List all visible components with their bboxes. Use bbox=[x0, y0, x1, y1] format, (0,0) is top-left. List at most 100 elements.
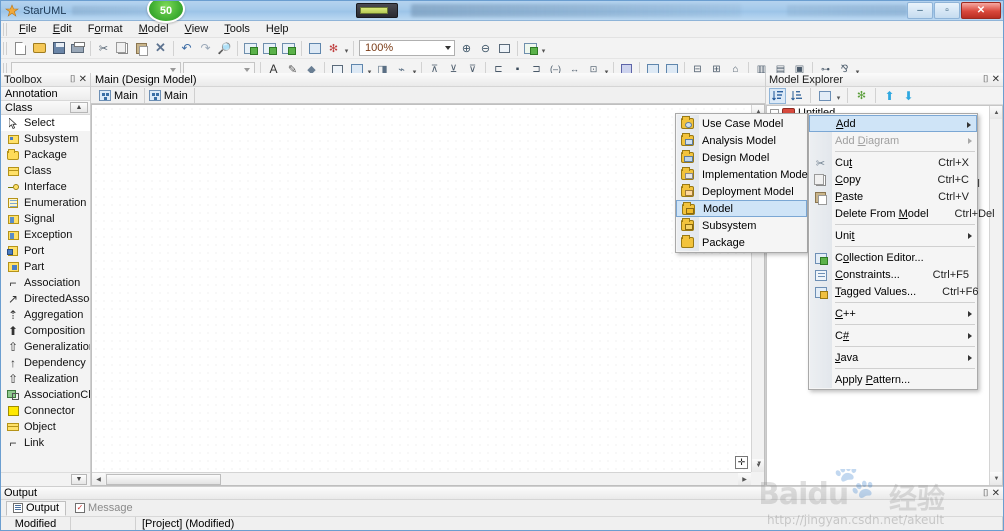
fit-selection-icon[interactable] bbox=[521, 39, 540, 58]
toolbox-item-association[interactable]: ⌐ Association bbox=[1, 275, 90, 291]
menu-help[interactable]: Help bbox=[258, 22, 297, 36]
add-element-icon[interactable] bbox=[279, 39, 298, 58]
undo-icon[interactable]: ↶ bbox=[177, 39, 196, 58]
scroll-up-icon[interactable]: ▲ bbox=[990, 106, 1002, 119]
move-down-icon[interactable]: ⬇ bbox=[900, 88, 917, 104]
move-up-icon[interactable]: ⬆ bbox=[881, 88, 898, 104]
minimize-button[interactable]: – bbox=[907, 2, 933, 19]
validate-icon[interactable]: ✻ bbox=[324, 39, 343, 58]
diagram-tab-main-1[interactable]: Main bbox=[95, 88, 145, 103]
pan-tool-icon[interactable]: ✛ bbox=[735, 456, 748, 469]
chevron-down-icon[interactable] bbox=[170, 67, 176, 72]
context-menu-item-add[interactable]: Add bbox=[809, 115, 977, 132]
menu-tools[interactable]: Tools bbox=[216, 22, 258, 36]
context-menu-item-csharp[interactable]: C# bbox=[809, 327, 977, 344]
toolbox-item-interface[interactable]: Interface bbox=[1, 179, 90, 195]
context-menu-item-cpp[interactable]: C++ bbox=[809, 305, 977, 322]
toolbox-item-class[interactable]: Class bbox=[1, 163, 90, 179]
sort-ascending-icon[interactable] bbox=[769, 87, 786, 104]
toolbox-item-realization[interactable]: ⇧ Realization bbox=[1, 371, 90, 387]
chevron-down-icon[interactable] bbox=[244, 67, 250, 72]
toolbox-item-dependency[interactable]: ↑ Dependency bbox=[1, 355, 90, 371]
zoom-overflow-caret[interactable]: ▾ bbox=[540, 39, 547, 58]
context-menu-item-add-diagram[interactable]: Add Diagram bbox=[809, 132, 977, 149]
toolbox-item-part[interactable]: Part bbox=[1, 259, 90, 275]
toolbox-item-select[interactable]: Select bbox=[1, 115, 90, 131]
context-menu-item-cut[interactable]: ✂ Cut Ctrl+X bbox=[809, 154, 977, 171]
chevron-down-icon[interactable] bbox=[445, 46, 451, 50]
print-icon[interactable] bbox=[68, 39, 87, 58]
toolbox-item-object[interactable]: Object bbox=[1, 419, 90, 435]
new-document-icon[interactable] bbox=[11, 39, 30, 58]
save-icon[interactable] bbox=[49, 39, 68, 58]
toolbox-item-association-class[interactable]: AssociationClass bbox=[1, 387, 90, 403]
maximize-button[interactable]: ▫ bbox=[934, 2, 960, 19]
toolbox-item-directed-association[interactable]: ↗ DirectedAssociat... bbox=[1, 291, 90, 307]
context-menu-item-unit[interactable]: Unit bbox=[809, 227, 977, 244]
menu-model[interactable]: Model bbox=[131, 22, 177, 36]
redo-icon[interactable]: ↷ bbox=[196, 39, 215, 58]
output-tab-output[interactable]: Output bbox=[6, 500, 67, 516]
fit-window-icon[interactable] bbox=[495, 39, 514, 58]
cut-icon[interactable]: ✂ bbox=[94, 39, 113, 58]
add-model-icon[interactable] bbox=[260, 39, 279, 58]
submenu-item-package[interactable]: Package bbox=[676, 234, 807, 251]
close-icon[interactable]: ✕ bbox=[992, 488, 1000, 499]
paste-icon[interactable] bbox=[132, 39, 151, 58]
close-button[interactable]: ✕ bbox=[961, 2, 1001, 19]
context-menu-item-delete-from-model[interactable]: Delete From Model Ctrl+Del bbox=[809, 205, 995, 222]
submenu-item-model[interactable]: Model bbox=[676, 200, 807, 217]
toolbox-item-exception[interactable]: Exception bbox=[1, 227, 90, 243]
toolbox-item-signal[interactable]: Signal bbox=[1, 211, 90, 227]
toolbox-item-enumeration[interactable]: Enumeration bbox=[1, 195, 90, 211]
canvas-options-caret[interactable]: ▾ bbox=[757, 459, 761, 467]
toolbox-item-composition[interactable]: ⬆ Composition bbox=[1, 323, 90, 339]
view-options-caret[interactable]: ▾ bbox=[835, 86, 842, 105]
menu-view[interactable]: View bbox=[177, 22, 217, 36]
toolbox-group-annotation[interactable]: Annotation bbox=[1, 87, 90, 101]
copy-icon[interactable] bbox=[113, 39, 132, 58]
add-diagram-icon[interactable] bbox=[241, 39, 260, 58]
toolbar-overflow-caret[interactable]: ▾ bbox=[343, 39, 350, 58]
submenu-item-subsystem[interactable]: Subsystem bbox=[676, 217, 807, 234]
toolbox-scroll-down[interactable]: ▼ bbox=[1, 472, 90, 486]
view-options-icon[interactable] bbox=[816, 88, 833, 104]
diagram-tab-main-2[interactable]: Main bbox=[145, 88, 195, 103]
pin-icon[interactable]: ⌷ bbox=[70, 74, 76, 85]
submenu-item-implementation-model[interactable]: Implementation Model bbox=[676, 166, 810, 183]
diagram-canvas[interactable]: ▲ ▼ ◀ ▶ ✛ ▾ bbox=[91, 104, 765, 486]
submenu-item-deployment-model[interactable]: Deployment Model bbox=[676, 183, 807, 200]
sort-descending-icon[interactable] bbox=[788, 88, 805, 104]
pin-icon[interactable]: ⌷ bbox=[983, 74, 989, 85]
submenu-item-analysis-model[interactable]: Analysis Model bbox=[676, 132, 807, 149]
submenu-item-design-model[interactable]: Design Model bbox=[676, 149, 807, 166]
refresh-icon[interactable]: ✻ bbox=[853, 88, 870, 104]
context-menu-item-apply-pattern[interactable]: Apply Pattern... bbox=[809, 371, 977, 388]
scroll-right-icon[interactable]: ▶ bbox=[738, 473, 751, 485]
menu-file[interactable]: File bbox=[11, 22, 45, 36]
open-folder-icon[interactable] bbox=[30, 39, 49, 58]
context-menu-item-constraints[interactable]: Constraints... Ctrl+F5 bbox=[809, 266, 977, 283]
menu-edit[interactable]: Edit bbox=[45, 22, 80, 36]
toolbox-item-subsystem[interactable]: Subsystem bbox=[1, 131, 90, 147]
pin-icon[interactable]: ⌷ bbox=[983, 488, 989, 499]
toolbox-group-class[interactable]: Class ▲ bbox=[1, 101, 90, 115]
menu-format[interactable]: Format bbox=[80, 22, 131, 36]
context-menu-item-java[interactable]: Java bbox=[809, 349, 977, 366]
profile-icon[interactable] bbox=[305, 39, 324, 58]
output-tab-message[interactable]: ✓ Message bbox=[68, 501, 140, 516]
toolbox-item-aggregation[interactable]: ⇡ Aggregation bbox=[1, 307, 90, 323]
zoom-level-combo[interactable]: 100% bbox=[359, 40, 455, 56]
close-icon[interactable]: ✕ bbox=[992, 74, 1000, 85]
context-menu-item-paste[interactable]: Paste Ctrl+V bbox=[809, 188, 977, 205]
context-menu-item-tagged-values[interactable]: Tagged Values... Ctrl+F6 bbox=[809, 283, 979, 300]
menu-grip[interactable] bbox=[3, 22, 8, 36]
toolbox-item-package[interactable]: Package bbox=[1, 147, 90, 163]
zoom-out-icon[interactable]: ⊖ bbox=[476, 39, 495, 58]
tree-vertical-scrollbar[interactable]: ▲ ▼ bbox=[989, 106, 1002, 485]
context-menu-item-copy[interactable]: Copy Ctrl+C bbox=[809, 171, 977, 188]
close-icon[interactable]: ✕ bbox=[79, 74, 87, 85]
toolbox-item-generalization[interactable]: ⇧ Generalization bbox=[1, 339, 90, 355]
horizontal-scroll-thumb[interactable] bbox=[106, 474, 221, 485]
scroll-left-icon[interactable]: ◀ bbox=[92, 473, 105, 485]
